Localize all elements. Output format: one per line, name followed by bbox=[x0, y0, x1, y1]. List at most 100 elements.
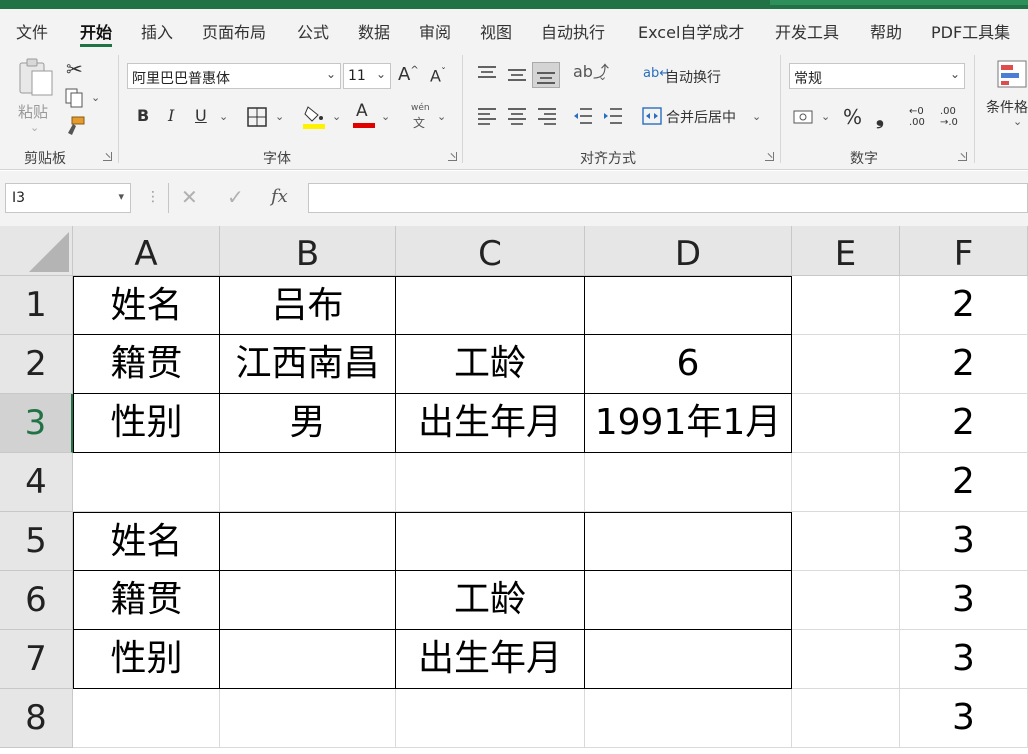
cell-c7[interactable]: 出生年月 bbox=[396, 630, 585, 689]
cell-e5[interactable] bbox=[792, 512, 900, 571]
cell-a2[interactable]: 籍贯 bbox=[73, 335, 220, 394]
merge-center-icon[interactable] bbox=[642, 107, 662, 125]
increase-font-size-icon[interactable]: A^ bbox=[398, 66, 419, 84]
percent-style-button[interactable]: % bbox=[843, 107, 862, 127]
cell-f6[interactable]: 3 bbox=[900, 571, 1028, 630]
cell-a6[interactable]: 籍贯 bbox=[73, 571, 220, 630]
cell-a7[interactable]: 性别 bbox=[73, 630, 220, 689]
bold-button[interactable]: B bbox=[137, 108, 149, 124]
name-box[interactable]: I3 ▾ bbox=[5, 183, 131, 213]
comma-style-button[interactable]: ❟ bbox=[876, 107, 884, 127]
tab-pdf-tools[interactable]: PDF工具集 bbox=[931, 19, 1010, 43]
enter-icon[interactable]: ✓ bbox=[227, 185, 244, 209]
cell-c8[interactable] bbox=[396, 689, 585, 748]
decrease-indent-icon[interactable] bbox=[572, 107, 594, 125]
column-header-e[interactable]: E bbox=[792, 226, 900, 276]
tab-review[interactable]: 审阅 bbox=[419, 19, 451, 43]
paste-button[interactable]: 粘贴 ⌄ bbox=[14, 57, 58, 137]
clipboard-launcher-icon[interactable] bbox=[103, 152, 112, 161]
cell-c3[interactable]: 出生年月 bbox=[396, 394, 585, 453]
cell-a1[interactable]: 姓名 bbox=[73, 276, 220, 335]
more-icon[interactable]: ⋮ bbox=[146, 189, 160, 205]
wrap-text-button[interactable]: 自动换行 bbox=[665, 67, 721, 87]
row-header-3[interactable]: 3 bbox=[0, 394, 73, 453]
column-header-d[interactable]: D bbox=[585, 226, 792, 276]
tab-file[interactable]: 文件 bbox=[16, 19, 48, 43]
insert-function-button[interactable]: fx bbox=[271, 186, 288, 207]
tab-insert[interactable]: 插入 bbox=[141, 19, 173, 43]
align-left-icon[interactable] bbox=[476, 107, 498, 125]
borders-dropdown-icon[interactable]: ⌄ bbox=[275, 110, 284, 123]
tab-help[interactable]: 帮助 bbox=[870, 19, 902, 43]
accounting-format-icon[interactable] bbox=[793, 108, 815, 126]
cell-d8[interactable] bbox=[585, 689, 792, 748]
cell-f1[interactable]: 2 bbox=[900, 276, 1028, 335]
decrease-font-size-icon[interactable]: Aˇ bbox=[430, 68, 446, 84]
cell-c1[interactable] bbox=[396, 276, 585, 335]
cell-e1[interactable] bbox=[792, 276, 900, 335]
cell-b3[interactable]: 男 bbox=[220, 394, 396, 453]
fill-color-dropdown-icon[interactable]: ⌄ bbox=[332, 110, 341, 123]
select-all-button[interactable] bbox=[0, 226, 73, 276]
conditional-format-dropdown-icon[interactable]: ⌄ bbox=[1013, 115, 1022, 128]
font-color-button[interactable]: A bbox=[352, 103, 376, 129]
cell-f7[interactable]: 3 bbox=[900, 630, 1028, 689]
cell-c6[interactable]: 工龄 bbox=[396, 571, 585, 630]
cell-e6[interactable] bbox=[792, 571, 900, 630]
cell-b7[interactable] bbox=[220, 630, 396, 689]
merge-dropdown-icon[interactable]: ⌄ bbox=[752, 110, 761, 123]
conditional-format-button[interactable]: 条件格 bbox=[986, 97, 1028, 117]
conditional-format-icon[interactable] bbox=[996, 59, 1028, 89]
row-header-5[interactable]: 5 bbox=[0, 512, 73, 571]
number-format-select[interactable]: 常规 ⌄ bbox=[789, 63, 965, 89]
phonetic-guide-button[interactable]: wén 文 bbox=[408, 103, 432, 130]
tab-data[interactable]: 数据 bbox=[358, 19, 390, 43]
align-middle-icon[interactable] bbox=[506, 65, 528, 83]
tab-developer[interactable]: 开发工具 bbox=[775, 19, 839, 43]
accounting-dropdown-icon[interactable]: ⌄ bbox=[821, 110, 830, 123]
alignment-launcher-icon[interactable] bbox=[765, 152, 774, 161]
fill-color-icon[interactable] bbox=[302, 103, 326, 129]
cell-a3[interactable]: 性别 bbox=[73, 394, 220, 453]
row-header-6[interactable]: 6 bbox=[0, 571, 73, 630]
cell-a8[interactable] bbox=[73, 689, 220, 748]
underline-dropdown-icon[interactable]: ⌄ bbox=[219, 110, 228, 123]
column-header-a[interactable]: A bbox=[73, 226, 220, 276]
cell-d2[interactable]: 6 bbox=[585, 335, 792, 394]
cell-d7[interactable] bbox=[585, 630, 792, 689]
cell-e2[interactable] bbox=[792, 335, 900, 394]
cell-e8[interactable] bbox=[792, 689, 900, 748]
increase-indent-icon[interactable] bbox=[602, 107, 624, 125]
cut-icon[interactable]: ✂ bbox=[66, 59, 83, 79]
cell-f8[interactable]: 3 bbox=[900, 689, 1028, 748]
tab-excel-self-study[interactable]: Excel自学成才 bbox=[638, 19, 744, 43]
align-center-icon[interactable] bbox=[506, 107, 528, 125]
row-header-7[interactable]: 7 bbox=[0, 630, 73, 689]
tab-view[interactable]: 视图 bbox=[480, 19, 512, 43]
orientation-dropdown-icon[interactable]: ⌄ bbox=[598, 70, 607, 83]
tab-home[interactable]: 开始 bbox=[80, 19, 113, 47]
cell-d5[interactable] bbox=[585, 512, 792, 571]
cell-f4[interactable]: 2 bbox=[900, 453, 1028, 512]
underline-button[interactable]: U bbox=[195, 108, 207, 124]
cell-f5[interactable]: 3 bbox=[900, 512, 1028, 571]
tab-page-layout[interactable]: 页面布局 bbox=[202, 19, 266, 43]
merge-center-button[interactable]: 合并后居中 bbox=[666, 107, 736, 127]
cell-d3[interactable]: 1991年1月 bbox=[585, 394, 792, 453]
cell-e7[interactable] bbox=[792, 630, 900, 689]
font-size-select[interactable]: 11 ⌄ bbox=[343, 63, 391, 89]
cell-d6[interactable] bbox=[585, 571, 792, 630]
format-painter-icon[interactable] bbox=[64, 115, 86, 137]
cancel-icon[interactable]: ✕ bbox=[181, 185, 198, 209]
align-right-icon[interactable] bbox=[536, 107, 558, 125]
number-launcher-icon[interactable] bbox=[958, 152, 967, 161]
cell-d1[interactable] bbox=[585, 276, 792, 335]
italic-button[interactable]: I bbox=[168, 108, 174, 124]
row-header-2[interactable]: 2 bbox=[0, 335, 73, 394]
column-header-b[interactable]: B bbox=[220, 226, 396, 276]
align-bottom-button[interactable] bbox=[532, 62, 560, 88]
row-header-1[interactable]: 1 bbox=[0, 276, 73, 335]
column-header-f[interactable]: F bbox=[900, 226, 1028, 276]
copy-dropdown-icon[interactable]: ⌄ bbox=[91, 91, 100, 104]
borders-icon[interactable] bbox=[247, 107, 267, 127]
